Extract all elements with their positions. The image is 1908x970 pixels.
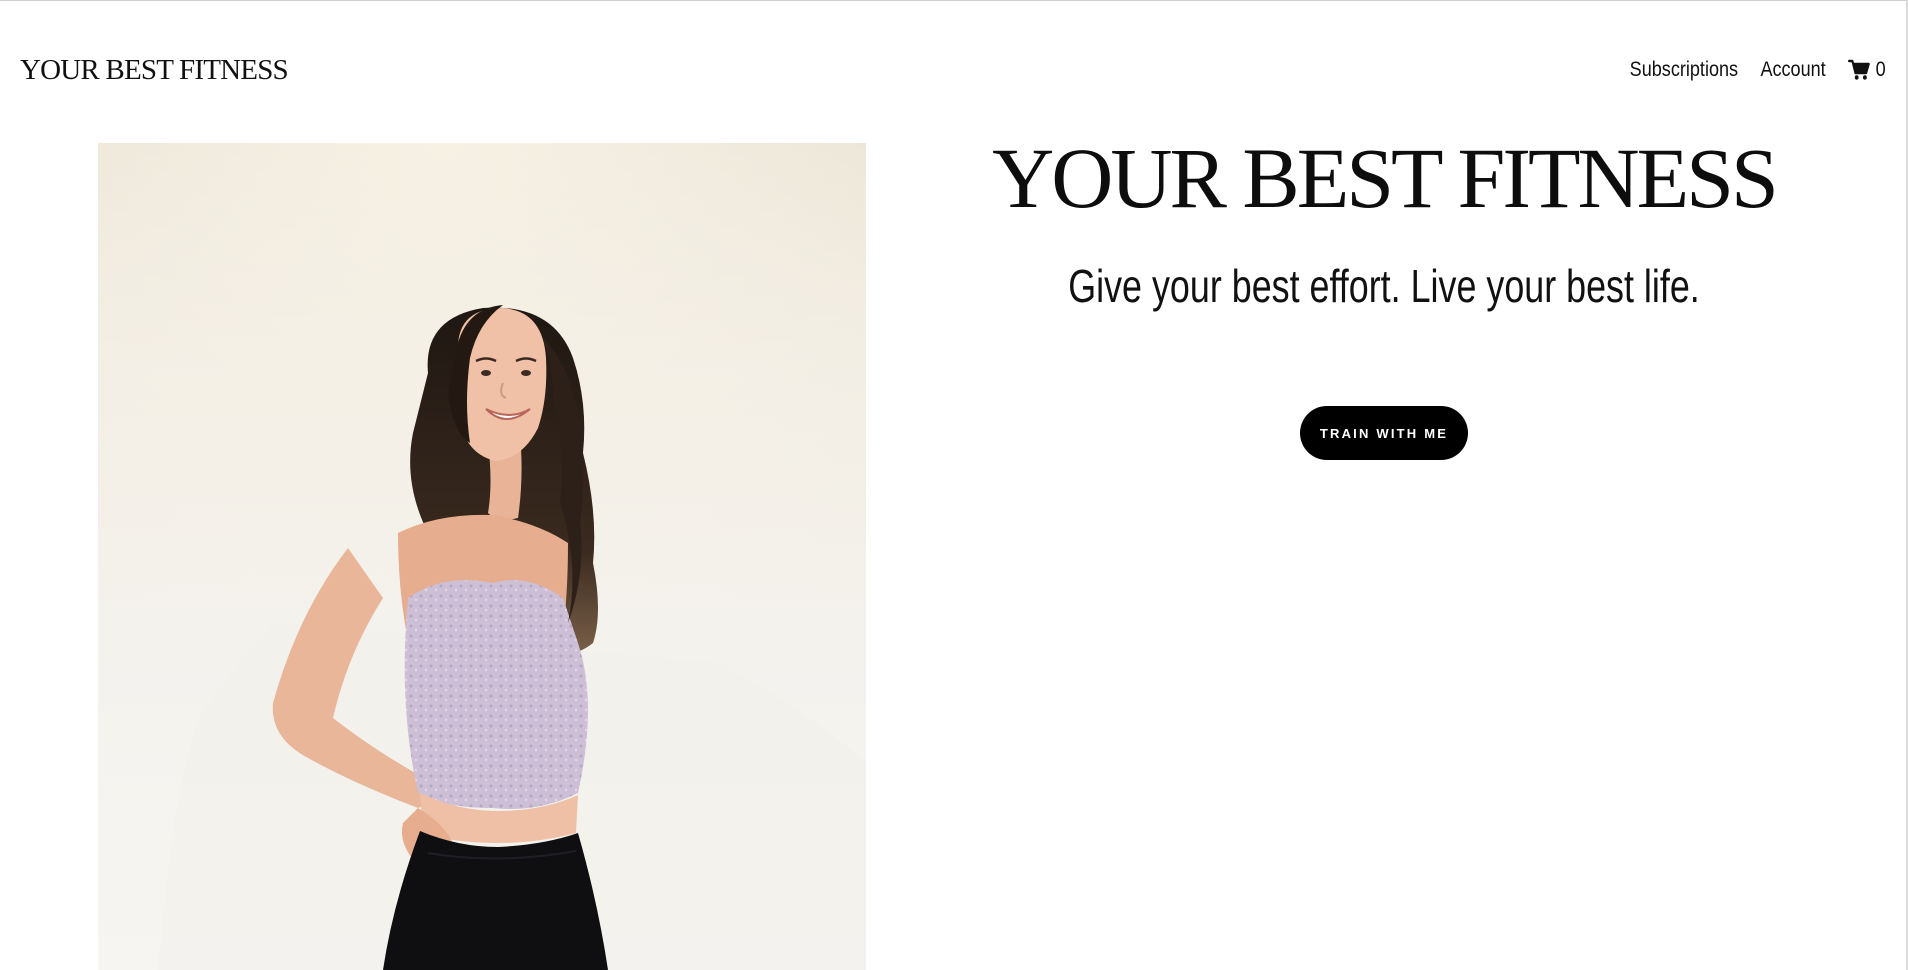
- hero-title: YOUR BEST FITNESS: [992, 130, 1779, 226]
- cart-link[interactable]: 0: [1848, 58, 1886, 82]
- hero-section: YOUR BEST FITNESS Give your best effort.…: [950, 128, 1818, 460]
- hero-subtitle: Give your best effort. Live your best li…: [1068, 260, 1700, 312]
- main-navigation: Subscriptions Account 0: [1630, 58, 1886, 82]
- shopping-cart-icon: [1848, 59, 1871, 81]
- nav-account[interactable]: Account: [1761, 58, 1826, 82]
- site-header: YOUR BEST FITNESS Subscriptions Account …: [0, 0, 1906, 140]
- train-with-me-button[interactable]: TRAIN WITH ME: [1300, 406, 1468, 460]
- cart-count: 0: [1875, 58, 1886, 81]
- hero-photo: [98, 143, 866, 970]
- site-logo[interactable]: YOUR BEST FITNESS: [20, 54, 289, 87]
- nav-subscriptions[interactable]: Subscriptions: [1630, 58, 1738, 82]
